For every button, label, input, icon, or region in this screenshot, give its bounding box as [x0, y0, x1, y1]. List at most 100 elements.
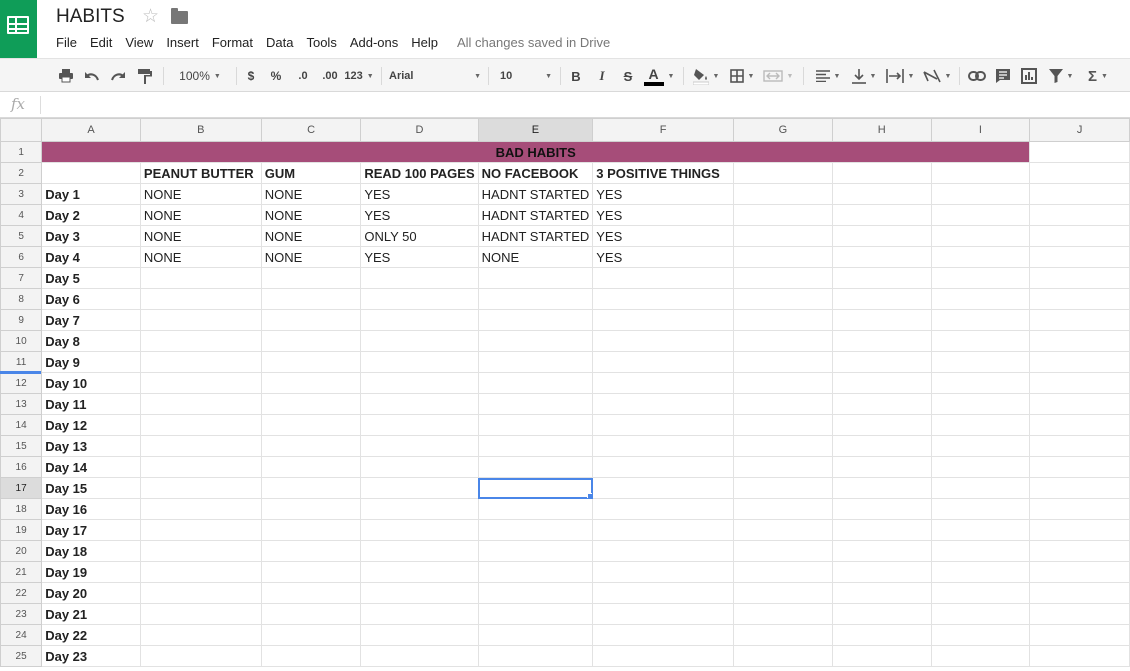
formula-input[interactable] — [46, 96, 1116, 114]
grid-cell[interactable] — [592, 309, 734, 331]
grid-cell[interactable] — [930, 288, 1031, 310]
insert-link-button[interactable] — [966, 59, 988, 93]
grid-cell[interactable] — [831, 246, 932, 268]
grid-cell[interactable] — [139, 330, 262, 352]
grid-cell[interactable] — [1029, 204, 1130, 226]
grid-cell[interactable] — [360, 456, 479, 478]
day-label-cell[interactable]: Day 11 — [41, 393, 141, 415]
document-title[interactable]: HABITS — [56, 6, 125, 28]
grid-cell[interactable] — [831, 372, 932, 394]
merge-cells-button[interactable]: ▼ — [760, 59, 796, 93]
grid-cell[interactable] — [930, 519, 1031, 541]
day-label-cell[interactable]: Day 7 — [41, 309, 141, 331]
redo-icon[interactable] — [108, 59, 128, 93]
grid-cell[interactable] — [831, 540, 932, 562]
grid-cell[interactable]: NONE — [260, 183, 362, 205]
currency-format-button[interactable]: $ — [243, 59, 259, 93]
grid-cell[interactable] — [1029, 603, 1130, 625]
grid-cell[interactable] — [1029, 372, 1130, 394]
grid-cell[interactable] — [1029, 414, 1130, 436]
grid-cell[interactable] — [592, 561, 734, 583]
grid-cell[interactable] — [139, 414, 262, 436]
row-header[interactable]: 10 — [0, 330, 43, 352]
grid-cell[interactable] — [1029, 183, 1130, 205]
row-header[interactable]: 9 — [0, 309, 43, 331]
grid-cell[interactable] — [260, 561, 362, 583]
day-label-cell[interactable]: Day 8 — [41, 330, 141, 352]
grid-cell[interactable] — [930, 204, 1031, 226]
grid-cell[interactable] — [477, 645, 594, 667]
grid-cell[interactable] — [930, 540, 1031, 562]
row-header[interactable]: 4 — [0, 204, 43, 226]
grid-cell[interactable]: ONLY 50 — [360, 225, 479, 247]
grid-cell[interactable] — [732, 162, 833, 184]
grid-cell[interactable] — [477, 519, 594, 541]
decrease-decimal-button[interactable]: .0 — [292, 59, 314, 93]
grid-cell[interactable] — [477, 603, 594, 625]
grid-cell[interactable] — [831, 645, 932, 667]
more-formats-button[interactable]: 123 ▼ — [343, 59, 375, 93]
grid-cell[interactable] — [592, 456, 734, 478]
grid-cell[interactable] — [930, 162, 1031, 184]
grid-cell[interactable] — [360, 414, 479, 436]
day-label-cell[interactable]: Day 17 — [41, 519, 141, 541]
header-cell[interactable]: NO FACEBOOK — [477, 162, 594, 184]
select-all-corner[interactable] — [0, 118, 43, 142]
grid-cell[interactable] — [930, 498, 1031, 520]
grid-cell[interactable] — [360, 582, 479, 604]
grid-cell[interactable] — [732, 603, 833, 625]
day-label-cell[interactable]: Day 21 — [41, 603, 141, 625]
grid-cell[interactable] — [732, 477, 833, 499]
grid-cell[interactable] — [732, 372, 833, 394]
grid-cell[interactable] — [260, 582, 362, 604]
menu-help[interactable]: Help — [411, 35, 438, 50]
grid-cell[interactable] — [831, 225, 932, 247]
folder-icon[interactable] — [171, 8, 188, 24]
row-header[interactable]: 14 — [0, 414, 43, 436]
grid-cell[interactable]: NONE — [139, 225, 262, 247]
grid-cell[interactable] — [732, 645, 833, 667]
grid-cell[interactable]: NONE — [139, 204, 262, 226]
grid-cell[interactable] — [477, 540, 594, 562]
grid-cell[interactable] — [831, 498, 932, 520]
grid-cell[interactable] — [360, 267, 479, 289]
row-header[interactable]: 1 — [0, 141, 43, 163]
day-label-cell[interactable]: Day 4 — [41, 246, 141, 268]
grid-cell[interactable] — [260, 435, 362, 457]
fill-handle[interactable] — [587, 493, 592, 498]
row-header[interactable]: 20 — [0, 540, 43, 562]
grid-cell[interactable] — [477, 435, 594, 457]
grid-cell[interactable] — [260, 372, 362, 394]
grid-cell[interactable] — [1029, 477, 1130, 499]
grid-cell[interactable] — [930, 330, 1031, 352]
grid-cell[interactable] — [592, 645, 734, 667]
grid-cell[interactable] — [930, 183, 1031, 205]
day-label-cell[interactable]: Day 23 — [41, 645, 141, 667]
menu-insert[interactable]: Insert — [166, 35, 199, 50]
horizontal-align-button[interactable]: ▼ — [812, 59, 844, 93]
percent-format-button[interactable]: % — [268, 59, 284, 93]
paint-format-icon[interactable] — [134, 59, 156, 93]
grid-cell[interactable] — [831, 330, 932, 352]
grid-cell[interactable] — [477, 288, 594, 310]
grid-cell[interactable] — [732, 267, 833, 289]
grid-cell[interactable]: YES — [360, 246, 479, 268]
grid-cell[interactable] — [831, 204, 932, 226]
grid-cell[interactable] — [592, 414, 734, 436]
grid-cell[interactable] — [139, 477, 262, 499]
vertical-align-button[interactable]: ▼ — [848, 59, 880, 93]
grid-cell[interactable]: HADNT STARTED — [477, 204, 594, 226]
day-label-cell[interactable]: Day 19 — [41, 561, 141, 583]
grid-cell[interactable] — [360, 351, 479, 373]
grid-cell[interactable] — [477, 498, 594, 520]
row-header[interactable]: 25 — [0, 645, 43, 667]
grid-cell[interactable] — [732, 582, 833, 604]
grid-cell[interactable] — [831, 267, 932, 289]
day-label-cell[interactable]: Day 16 — [41, 498, 141, 520]
grid-cell[interactable] — [1029, 141, 1130, 163]
day-label-cell[interactable]: Day 14 — [41, 456, 141, 478]
column-header-d[interactable]: D — [360, 118, 479, 142]
row-header[interactable]: 13 — [0, 393, 43, 415]
grid-cell[interactable] — [360, 288, 479, 310]
row-header[interactable]: 7 — [0, 267, 43, 289]
